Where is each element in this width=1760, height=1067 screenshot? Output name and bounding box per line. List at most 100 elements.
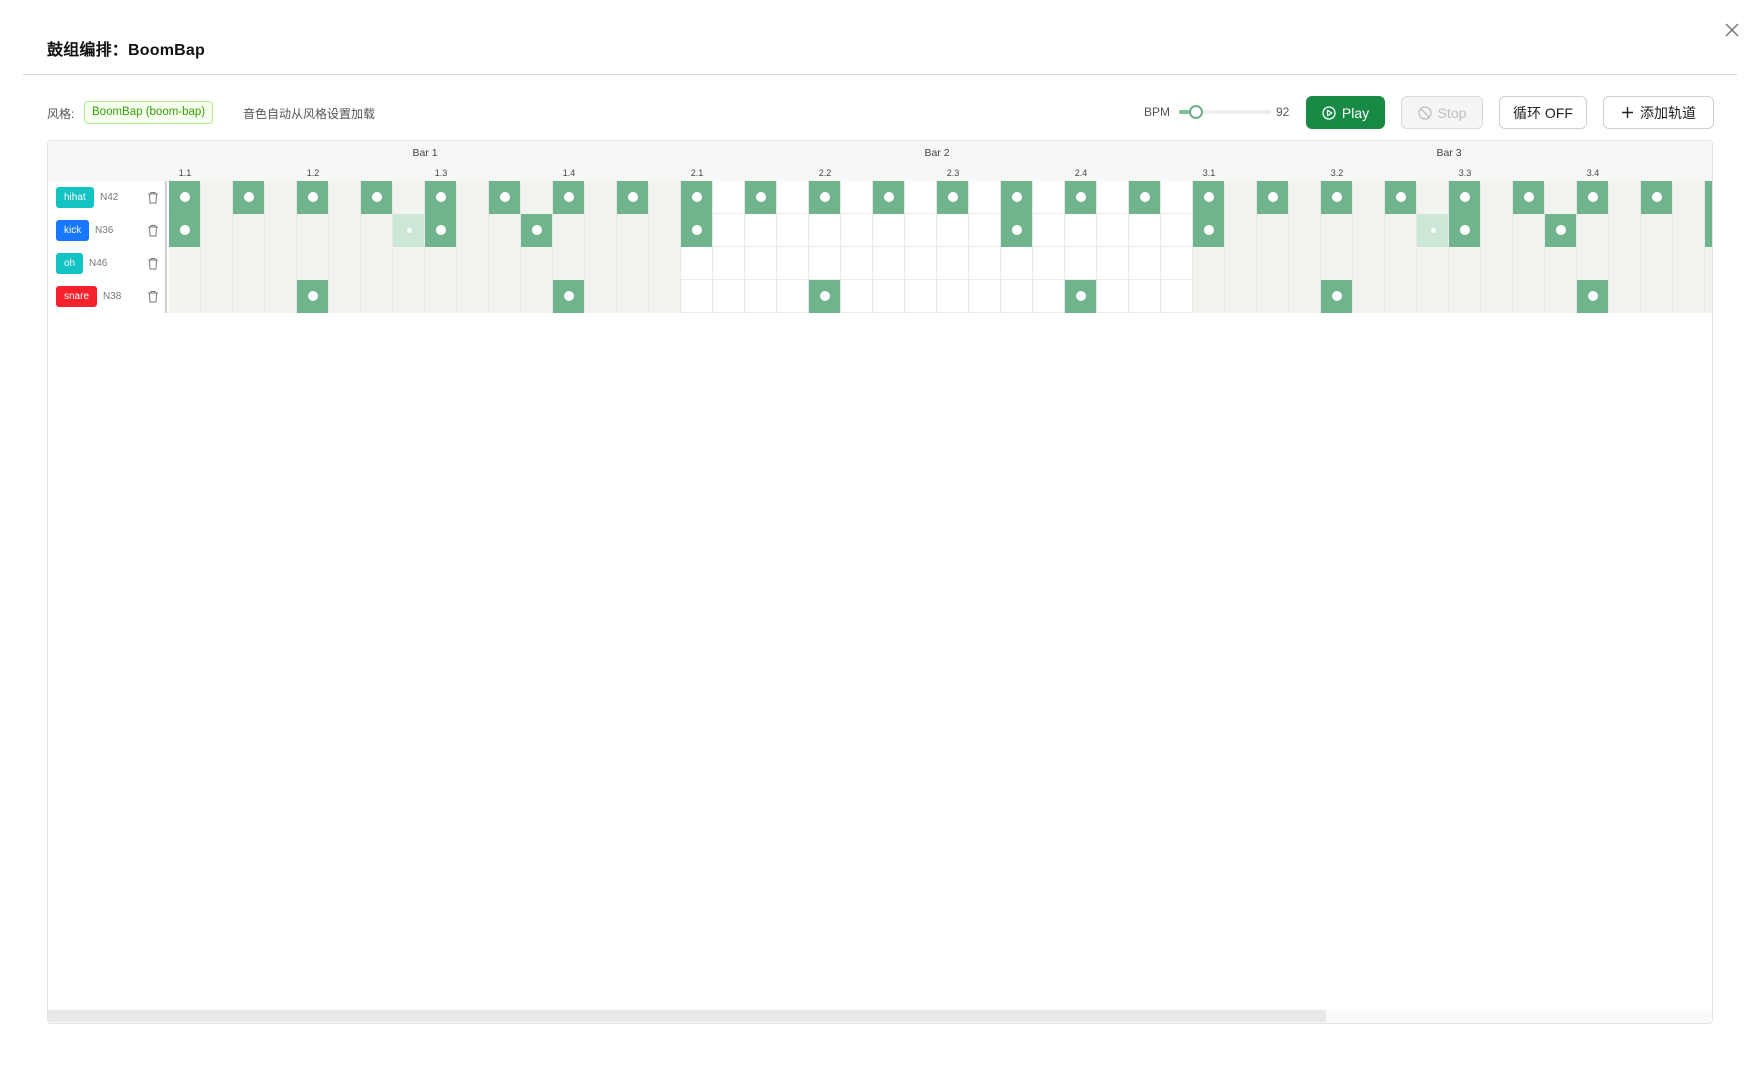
step-cell[interactable] bbox=[553, 214, 585, 247]
step-cell[interactable] bbox=[1321, 214, 1353, 247]
step-cell[interactable] bbox=[1673, 280, 1705, 313]
step-cell[interactable] bbox=[585, 280, 617, 313]
step-cell[interactable] bbox=[1193, 247, 1225, 280]
step-cell[interactable] bbox=[1257, 214, 1289, 247]
step-cell[interactable] bbox=[1417, 181, 1449, 214]
step-cell[interactable] bbox=[745, 181, 777, 214]
step-cell[interactable] bbox=[969, 280, 1001, 313]
step-cell[interactable] bbox=[1129, 181, 1161, 214]
step-cell[interactable] bbox=[681, 181, 713, 214]
step-cell[interactable] bbox=[1225, 214, 1257, 247]
step-cell[interactable] bbox=[905, 214, 937, 247]
step-cell[interactable] bbox=[745, 247, 777, 280]
step-cell[interactable] bbox=[1705, 247, 1712, 280]
step-cell[interactable] bbox=[585, 181, 617, 214]
step-cell[interactable] bbox=[1257, 247, 1289, 280]
step-cell[interactable] bbox=[1161, 214, 1193, 247]
step-cell[interactable] bbox=[1193, 181, 1225, 214]
step-cell[interactable] bbox=[169, 214, 201, 247]
step-cell[interactable] bbox=[1161, 181, 1193, 214]
step-cell[interactable] bbox=[1577, 181, 1609, 214]
step-cell[interactable] bbox=[969, 214, 1001, 247]
step-cell[interactable] bbox=[1577, 214, 1609, 247]
step-cell[interactable] bbox=[233, 247, 265, 280]
stop-button[interactable]: Stop bbox=[1401, 96, 1483, 129]
step-cell[interactable] bbox=[777, 214, 809, 247]
step-cell[interactable] bbox=[1097, 247, 1129, 280]
step-cell[interactable] bbox=[393, 181, 425, 214]
trash-icon[interactable] bbox=[147, 290, 159, 303]
step-cell[interactable] bbox=[1641, 280, 1673, 313]
step-cell[interactable] bbox=[1289, 280, 1321, 313]
step-cell[interactable] bbox=[777, 280, 809, 313]
step-cell[interactable] bbox=[393, 247, 425, 280]
step-cell[interactable] bbox=[521, 280, 553, 313]
step-cell[interactable] bbox=[521, 181, 553, 214]
step-cell[interactable] bbox=[169, 181, 201, 214]
step-cell[interactable] bbox=[329, 181, 361, 214]
step-cell[interactable] bbox=[617, 181, 649, 214]
step-cell[interactable] bbox=[873, 214, 905, 247]
step-cell[interactable] bbox=[713, 181, 745, 214]
step-cell[interactable] bbox=[809, 181, 841, 214]
step-cell[interactable] bbox=[1065, 181, 1097, 214]
trash-icon[interactable] bbox=[147, 257, 159, 270]
step-cell[interactable] bbox=[937, 181, 969, 214]
scrollbar-thumb[interactable] bbox=[48, 1010, 1326, 1022]
step-cell[interactable] bbox=[1385, 280, 1417, 313]
step-cell[interactable] bbox=[1481, 214, 1513, 247]
step-cell[interactable] bbox=[233, 280, 265, 313]
step-cell[interactable] bbox=[457, 181, 489, 214]
step-cell[interactable] bbox=[457, 247, 489, 280]
step-cell[interactable] bbox=[1321, 247, 1353, 280]
step-cell[interactable] bbox=[1097, 181, 1129, 214]
step-cell[interactable] bbox=[649, 247, 681, 280]
step-cell[interactable] bbox=[425, 247, 457, 280]
step-cell[interactable] bbox=[841, 247, 873, 280]
step-cell[interactable] bbox=[713, 214, 745, 247]
step-cell[interactable] bbox=[713, 280, 745, 313]
step-cell[interactable] bbox=[1449, 280, 1481, 313]
step-cell[interactable] bbox=[1193, 214, 1225, 247]
step-cell[interactable] bbox=[1001, 247, 1033, 280]
step-cell[interactable] bbox=[393, 280, 425, 313]
step-cell[interactable] bbox=[1353, 247, 1385, 280]
bpm-slider-handle[interactable] bbox=[1188, 105, 1203, 119]
step-cell[interactable] bbox=[361, 214, 393, 247]
step-cell[interactable] bbox=[201, 181, 233, 214]
step-cell[interactable] bbox=[1289, 214, 1321, 247]
step-cell[interactable] bbox=[681, 247, 713, 280]
step-cell[interactable] bbox=[329, 214, 361, 247]
step-cell[interactable] bbox=[169, 247, 201, 280]
track-name-tag[interactable]: kick bbox=[56, 220, 90, 241]
step-cell[interactable] bbox=[1161, 280, 1193, 313]
step-cell[interactable] bbox=[1001, 280, 1033, 313]
step-cell[interactable] bbox=[1577, 247, 1609, 280]
step-cell[interactable] bbox=[201, 280, 233, 313]
step-cell[interactable] bbox=[1609, 247, 1641, 280]
step-cell[interactable] bbox=[809, 280, 841, 313]
step-cell[interactable] bbox=[553, 280, 585, 313]
step-cell[interactable] bbox=[329, 280, 361, 313]
step-cell[interactable] bbox=[617, 214, 649, 247]
step-cell[interactable] bbox=[1577, 280, 1609, 313]
step-cell[interactable] bbox=[297, 247, 329, 280]
play-button[interactable]: Play bbox=[1306, 96, 1385, 129]
step-cell[interactable] bbox=[1513, 247, 1545, 280]
loop-toggle-button[interactable]: 循环 OFF bbox=[1499, 96, 1587, 129]
step-cell[interactable] bbox=[1449, 247, 1481, 280]
step-cell[interactable] bbox=[1449, 181, 1481, 214]
track-name-tag[interactable]: snare bbox=[56, 286, 98, 307]
step-cell[interactable] bbox=[1609, 280, 1641, 313]
step-cell[interactable] bbox=[1513, 181, 1545, 214]
horizontal-scrollbar[interactable] bbox=[48, 1009, 1712, 1023]
step-cell[interactable] bbox=[1257, 181, 1289, 214]
step-cell[interactable] bbox=[361, 181, 393, 214]
step-cell[interactable] bbox=[777, 181, 809, 214]
step-cell[interactable] bbox=[873, 247, 905, 280]
step-cell[interactable] bbox=[649, 214, 681, 247]
add-track-button[interactable]: 添加轨道 bbox=[1603, 96, 1714, 129]
step-cell[interactable] bbox=[1417, 280, 1449, 313]
step-cell[interactable] bbox=[1065, 247, 1097, 280]
step-cell[interactable] bbox=[1001, 214, 1033, 247]
